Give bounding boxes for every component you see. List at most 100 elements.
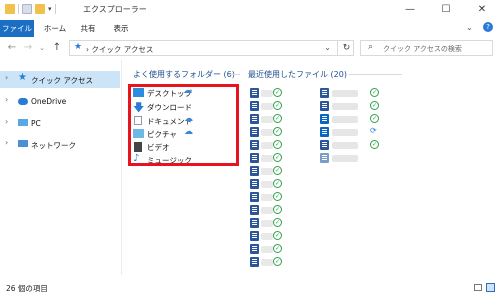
search-icon: ⌕ [368,42,374,52]
synced-check-icon: ✓ [273,192,282,201]
forward-button[interactable]: → [22,41,34,55]
toolbar-divider [18,4,19,14]
properties-icon[interactable] [22,4,32,14]
address-bar[interactable]: ★ › クイック アクセス ⌄ [69,40,354,56]
redacted-filename [261,129,273,136]
word-file-icon [250,218,259,228]
word-file-icon [250,257,259,267]
synced-check-icon: ✓ [273,140,282,149]
synced-check-icon: ✓ [273,166,282,175]
synced-check-icon: ✓ [273,114,282,123]
breadcrumb-current[interactable]: クイック アクセス [91,45,153,54]
quick-access-toolbar: ▾ [5,4,56,14]
frequent-folders-heading[interactable]: よく使用するフォルダー (6) [133,69,235,80]
recent-files-heading[interactable]: 最近使用したファイル (20) [248,69,347,80]
redacted-filename [261,220,273,227]
customize-toolbar-icon[interactable]: ▾ [48,5,52,13]
redacted-filename [332,155,358,162]
help-icon[interactable]: ? [483,22,493,32]
redacted-filename [261,246,273,253]
outlook-file-icon [320,127,329,137]
title-bar: ▾ エクスプローラー — ☐ ✕ [0,0,500,20]
address-dropdown-icon[interactable]: ⌄ [324,43,331,52]
pane-divider[interactable] [121,60,122,275]
section-divider [228,74,240,75]
item-count: 26 個の項目 [6,284,48,293]
chevron-right-icon[interactable]: › [5,73,8,82]
synced-check-icon: ✓ [273,205,282,214]
details-view-button[interactable] [474,284,482,291]
redacted-filename [261,233,273,240]
word-file-icon [250,153,259,163]
redacted-filename [261,181,273,188]
tab-home[interactable]: ホーム [40,20,70,37]
expand-ribbon-icon[interactable]: ⌄ [466,23,473,32]
word-file-icon [250,244,259,254]
toolbar-divider [54,4,56,14]
tab-view[interactable]: 表示 [109,20,133,37]
status-bar: 26 個の項目 [0,278,500,297]
word-file-icon [320,101,329,111]
cloud-icon [18,98,28,105]
redacted-filename [261,155,273,162]
synced-check-icon: ✓ [273,101,282,110]
nav-item-network[interactable]: › ネットワーク [0,136,120,153]
word-file-icon [320,140,329,150]
tab-share[interactable]: 共有 [76,20,100,37]
redacted-filename [332,142,358,149]
search-input[interactable]: ⌕ クイック アクセスの検索 [360,40,493,56]
redacted-filename [332,103,358,110]
word-file-icon [250,205,259,215]
redacted-filename [261,168,273,175]
network-icon [18,140,28,147]
synced-check-icon: ✓ [370,101,379,110]
redacted-filename [332,116,358,123]
up-button[interactable]: ↑ [51,41,63,55]
folder-app-icon [5,4,15,14]
synced-check-icon: ✓ [370,88,379,97]
chevron-right-icon[interactable]: › [5,95,8,104]
synced-check-icon: ✓ [273,244,282,253]
synced-check-icon: ✓ [273,127,282,136]
nav-item-label: OneDrive [31,97,67,106]
synced-check-icon: ✓ [370,140,379,149]
tab-file[interactable]: ファイル [0,20,34,37]
navigation-pane: › ★ クイック アクセス › OneDrive › PC › ネットワーク [0,62,120,272]
refresh-button[interactable]: ↻ [337,40,355,56]
nav-item-label: PC [31,119,41,128]
outlook-file-icon [320,114,329,124]
redacted-filename [261,90,273,97]
word-file-icon [250,88,259,98]
pc-icon [18,119,28,126]
word-file-icon [250,231,259,241]
word-file-icon [250,114,259,124]
minimize-button[interactable]: — [392,0,428,20]
tiles-view-button[interactable] [486,283,495,292]
chevron-right-icon[interactable]: › [5,138,8,147]
star-icon: ★ [74,42,83,52]
close-button[interactable]: ✕ [464,0,500,20]
new-folder-icon[interactable] [35,4,45,14]
redacted-filename [261,259,273,266]
recent-locations-button[interactable]: ⌄ [36,41,48,55]
nav-item-onedrive[interactable]: › OneDrive [0,93,120,110]
word-file-icon [250,140,259,150]
word-file-icon [250,101,259,111]
word-file-icon [320,153,329,163]
address-row: ← → ⌄ ↑ ★ › クイック アクセス ⌄ ↻ ⌕ クイック アクセスの検索 [0,37,500,59]
maximize-button[interactable]: ☐ [428,0,464,20]
chevron-right-icon[interactable]: › [5,117,8,126]
back-button[interactable]: ← [6,41,18,55]
redacted-filename [332,90,358,97]
nav-item-quick-access[interactable]: › ★ クイック アクセス [0,71,120,88]
ribbon: ファイル ホーム 共有 表示 ⌄ ? [0,20,500,38]
synced-check-icon: ✓ [273,231,282,240]
word-file-icon [250,192,259,202]
synced-check-icon: ✓ [273,257,282,266]
word-file-icon [250,179,259,189]
breadcrumb[interactable]: › クイック アクセス [86,44,153,55]
nav-item-pc[interactable]: › PC [0,115,120,132]
search-placeholder: クイック アクセスの検索 [383,45,462,53]
redacted-filename [261,142,273,149]
synced-check-icon: ✓ [273,153,282,162]
